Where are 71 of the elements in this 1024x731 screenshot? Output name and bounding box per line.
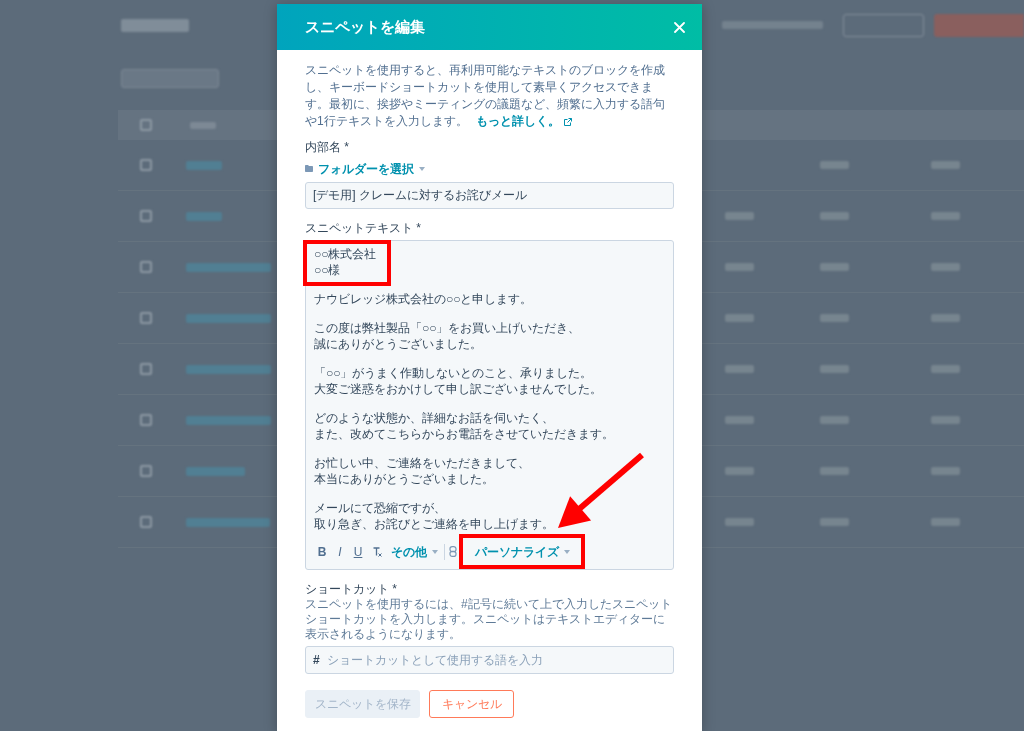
cancel-button[interactable]: キャンセル: [429, 690, 514, 718]
blurred-text: [820, 518, 849, 526]
intro-text: スニペットを使用すると、再利用可能なテキストのブロックを作成し、キーボードショートカットを使用して素早くアクセスできます。最初に、挨拶やミーティングの議題など、頻繁に入力する語句や1行テキストを入力します。 もっと詳しく。: [305, 62, 666, 130]
blurred-text: [725, 212, 754, 220]
italic-button[interactable]: I: [331, 541, 349, 562]
text-paragraph: 「○○」がうまく作動しないとのこと、承りました。 大変ご迷惑をおかけして申し訳ございませんでした。: [314, 365, 603, 397]
external-link-icon: [563, 118, 572, 126]
underline-button[interactable]: U: [349, 541, 367, 562]
help-text: スニペットを使用するには、#記号に続いて上で入力したスニペットショートカットを入力します。スニペットはテキストエディターに表示されるようになります。: [305, 597, 673, 642]
blurred-text: [931, 263, 960, 271]
link-icon: [449, 546, 457, 557]
blurred-text: [725, 365, 754, 373]
blurred-text: [820, 416, 849, 424]
blurred-text: [190, 121, 216, 129]
caret-icon: [564, 549, 570, 554]
blurred-text: [820, 467, 849, 475]
blurred-text: [820, 314, 849, 322]
blurred-text: [820, 263, 849, 271]
blurred-text: [725, 518, 754, 526]
blurred-text: [725, 416, 754, 424]
blurred-square: [140, 414, 152, 426]
blurred-text: [931, 314, 960, 322]
blurred-square: [140, 159, 152, 171]
blurred-text: [820, 212, 849, 220]
text-paragraph: ナウビレッジ株式会社の○○と申します。: [314, 291, 534, 307]
folder-select-link[interactable]: フォルダーを選択: [305, 161, 425, 176]
text-paragraph: どのような状態か、詳細なお話を伺いたく、 また、改めてこちらからお電話をさせていただきます。: [314, 410, 615, 442]
blurred-text: [820, 161, 849, 169]
blurred-text: [725, 263, 754, 271]
learn-more-link[interactable]: もっと詳しく。: [475, 114, 572, 128]
blurred-text: [186, 466, 245, 476]
blurred-text: [931, 467, 960, 475]
bold-button[interactable]: B: [313, 541, 331, 562]
close-button[interactable]: [674, 21, 685, 33]
blurred-square: [140, 363, 152, 375]
blurred-text: [725, 467, 754, 475]
blurred-text: [725, 314, 754, 322]
blurred-text: [931, 161, 960, 169]
caret-icon: [432, 549, 438, 554]
snippet-text-field[interactable]: [305, 240, 674, 570]
toolbar-dropdown[interactable]: パーソナライズ: [463, 538, 581, 565]
toolbar-dropdown[interactable]: その他: [387, 538, 442, 565]
text-paragraph: お忙しい中、ご連絡をいただきまして、 本当にありがとうございました。: [314, 455, 531, 487]
blurred-square: [140, 210, 152, 222]
field-label: スニペットテキスト *: [305, 221, 422, 236]
blurred-square: [140, 261, 152, 273]
insert-link-button[interactable]: [449, 545, 458, 558]
caret-icon: [419, 166, 425, 171]
blurred-text: [186, 211, 222, 221]
blurred-heading: [121, 18, 189, 32]
field-label: ショートカット *: [305, 582, 398, 597]
blurred-text: [931, 365, 960, 373]
dialog-title: スニペットを編集: [305, 17, 425, 37]
blurred-text: [931, 212, 960, 220]
blurred-text: [931, 518, 960, 526]
close-icon: [674, 21, 685, 33]
blurred-text: [931, 416, 960, 424]
text-paragraph: この度は弊社製品「○○」をお買い上げいただき、 誠にありがとうございました。: [314, 320, 582, 352]
folder-icon: [305, 165, 313, 172]
blurred-square: [140, 312, 152, 324]
blurred-square: [140, 119, 152, 131]
field-label: 内部名 *: [305, 140, 350, 155]
blurred-square: [140, 465, 152, 477]
blurred-text: [820, 365, 849, 373]
hash-prefix: #: [313, 652, 320, 668]
text-paragraph: メールにて恐縮ですが、 取り急ぎ、お詫びとご連絡を申し上げます。: [314, 500, 555, 532]
text-paragraph: ○○株式会社 ○○様: [314, 246, 377, 278]
clear-format-icon: [372, 546, 382, 557]
internal-name-field[interactable]: [デモ用] クレームに対するお詫びメール: [305, 182, 674, 209]
blurred-text: [186, 160, 222, 170]
blurred-square: [140, 516, 152, 528]
